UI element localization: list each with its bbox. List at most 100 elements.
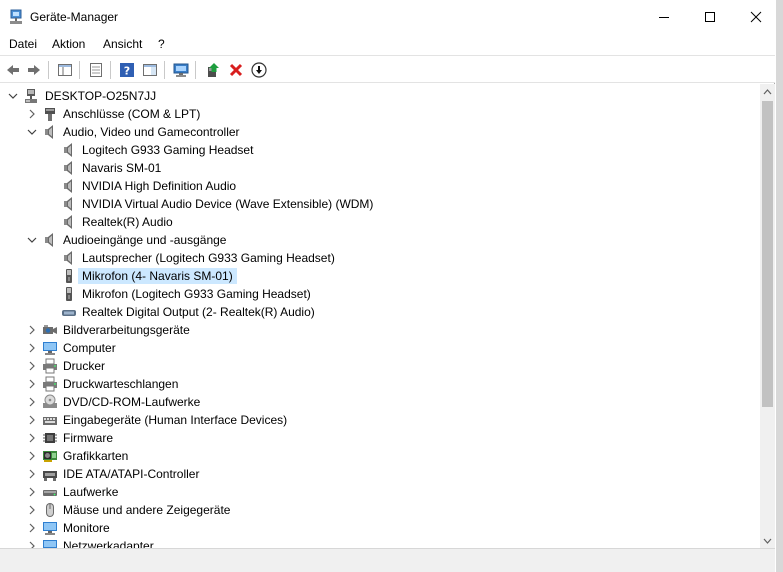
tree-node[interactable]: Mikrofon (Logitech G933 Gaming Headset): [0, 285, 758, 303]
speaker-icon: [61, 160, 77, 176]
tree-node[interactable]: Realtek(R) Audio: [0, 213, 758, 231]
tree-node[interactable]: Netzwerkadapter: [0, 537, 758, 548]
minimize-button[interactable]: [641, 0, 687, 33]
tree-node-label: DVD/CD-ROM-Laufwerke: [63, 395, 201, 409]
toolbar-separator: [164, 61, 165, 79]
scroll-down-button[interactable]: [760, 533, 775, 548]
tree-node[interactable]: NVIDIA Virtual Audio Device (Wave Extens…: [0, 195, 758, 213]
speaker-icon: [42, 124, 58, 140]
scan-hardware-icon: [173, 63, 189, 77]
action-pane-button[interactable]: [140, 60, 160, 80]
tree-node[interactable]: Eingabegeräte (Human Interface Devices): [0, 411, 758, 429]
maximize-icon: [705, 11, 715, 22]
tree-node[interactable]: Anschlüsse (COM & LPT): [0, 105, 758, 123]
back-button[interactable]: [3, 60, 23, 80]
menu-datei[interactable]: Datei: [9, 37, 37, 51]
update-driver-button[interactable]: [203, 60, 223, 80]
scroll-up-arrow-icon: [763, 88, 772, 94]
tree-node[interactable]: IDE ATA/ATAPI-Controller: [0, 465, 758, 483]
device-manager-app-icon: [8, 9, 24, 25]
forward-arrow-icon: [28, 65, 40, 75]
chevron-right-icon[interactable]: [26, 378, 38, 390]
tree-node[interactable]: Audio, Video und Gamecontroller: [0, 123, 758, 141]
port-icon: [42, 106, 58, 122]
tree-node[interactable]: Grafikkarten: [0, 447, 758, 465]
chevron-right-icon[interactable]: [26, 324, 38, 336]
tree-node-label: Anschlüsse (COM & LPT): [63, 107, 201, 121]
tree-node[interactable]: Logitech G933 Gaming Headset: [0, 141, 758, 159]
tree-node[interactable]: Navaris SM-01: [0, 159, 758, 177]
network-icon: [42, 538, 58, 548]
scroll-up-button[interactable]: [760, 84, 775, 99]
chevron-right-icon[interactable]: [26, 486, 38, 498]
close-button[interactable]: [733, 0, 779, 33]
drive-icon: [42, 484, 58, 500]
chevron-down-icon[interactable]: [7, 90, 19, 102]
device-manager-window: Geräte-Manager Datei Aktion Ansicht ? ? …: [0, 0, 775, 572]
close-icon: [750, 11, 762, 22]
tree-node-label: Audioeingänge und -ausgänge: [63, 233, 227, 247]
tree-node-label: Lautsprecher (Logitech G933 Gaming Heads…: [82, 251, 335, 265]
chevron-right-icon[interactable]: [26, 468, 38, 480]
tree-node-label: NVIDIA High Definition Audio: [82, 179, 237, 193]
chevron-right-icon[interactable]: [26, 504, 38, 516]
show-hide-console-tree-icon: [58, 64, 72, 76]
controller-icon: [42, 466, 58, 482]
tree-node-label: Monitore: [63, 521, 110, 535]
menu-help[interactable]: ?: [158, 37, 165, 51]
tree-node[interactable]: Audioeingänge und -ausgänge: [0, 231, 758, 249]
menu-aktion[interactable]: Aktion: [52, 37, 85, 51]
tree-node[interactable]: Computer: [0, 339, 758, 357]
tree-node-label: Drucker: [63, 359, 106, 373]
chevron-right-icon[interactable]: [26, 108, 38, 120]
tree-node[interactable]: Firmware: [0, 429, 758, 447]
tree-node-label: Firmware: [63, 431, 113, 445]
tree-node[interactable]: DESKTOP-O25N7JJ: [0, 87, 758, 105]
scan-hardware-button[interactable]: [171, 60, 191, 80]
tree-node-label: Mäuse und andere Zeigegeräte: [63, 503, 231, 517]
chevron-right-icon[interactable]: [26, 450, 38, 462]
tree-node[interactable]: Mäuse und andere Zeigegeräte: [0, 501, 758, 519]
chevron-right-icon[interactable]: [26, 360, 38, 372]
chevron-right-icon[interactable]: [26, 414, 38, 426]
tree-node[interactable]: Lautsprecher (Logitech G933 Gaming Heads…: [0, 249, 758, 267]
chevron-right-icon[interactable]: [26, 342, 38, 354]
tree-node[interactable]: Laufwerke: [0, 483, 758, 501]
chevron-down-icon[interactable]: [26, 234, 38, 246]
help-button[interactable]: ?: [117, 60, 137, 80]
printer-icon: [42, 358, 58, 374]
chevron-right-icon[interactable]: [26, 432, 38, 444]
chevron-down-icon[interactable]: [26, 126, 38, 138]
tree-node[interactable]: NVIDIA High Definition Audio: [0, 177, 758, 195]
menu-ansicht[interactable]: Ansicht: [103, 37, 142, 51]
tree-node[interactable]: Mikrofon (4- Navaris SM-01): [0, 267, 758, 285]
title-bar[interactable]: Geräte-Manager: [0, 0, 775, 33]
disable-device-button[interactable]: [249, 60, 269, 80]
uninstall-device-button[interactable]: [226, 60, 246, 80]
properties-button[interactable]: [86, 60, 106, 80]
device-tree[interactable]: DESKTOP-O25N7JJ Anschlüsse (COM & LPT) Aud…: [0, 84, 760, 548]
forward-button[interactable]: [24, 60, 44, 80]
vertical-scrollbar[interactable]: [760, 84, 775, 548]
tree-node[interactable]: Realtek Digital Output (2- Realtek(R) Au…: [0, 303, 758, 321]
tree-node-label-selected: Mikrofon (4- Navaris SM-01): [78, 268, 237, 284]
chevron-right-icon[interactable]: [26, 540, 38, 548]
disc-icon: [42, 394, 58, 410]
tree-node-label: Navaris SM-01: [82, 161, 162, 175]
maximize-button[interactable]: [687, 0, 733, 33]
tree-node[interactable]: Druckwarteschlangen: [0, 375, 758, 393]
monitor-icon: [42, 520, 58, 536]
tree-node[interactable]: Monitore: [0, 519, 758, 537]
minimize-icon: [659, 16, 669, 18]
tree-node[interactable]: DVD/CD-ROM-Laufwerke: [0, 393, 758, 411]
scroll-thumb[interactable]: [762, 101, 773, 407]
tree-node[interactable]: Bildverarbeitungsgeräte: [0, 321, 758, 339]
chevron-right-icon[interactable]: [26, 396, 38, 408]
monitor-icon: [42, 340, 58, 356]
tree-node[interactable]: Drucker: [0, 357, 758, 375]
properties-icon: [90, 63, 102, 77]
show-hide-console-tree-button[interactable]: [55, 60, 75, 80]
chevron-right-icon[interactable]: [26, 522, 38, 534]
tree-node-label: Netzwerkadapter: [63, 539, 154, 548]
tree-node-label: DESKTOP-O25N7JJ: [45, 89, 157, 103]
